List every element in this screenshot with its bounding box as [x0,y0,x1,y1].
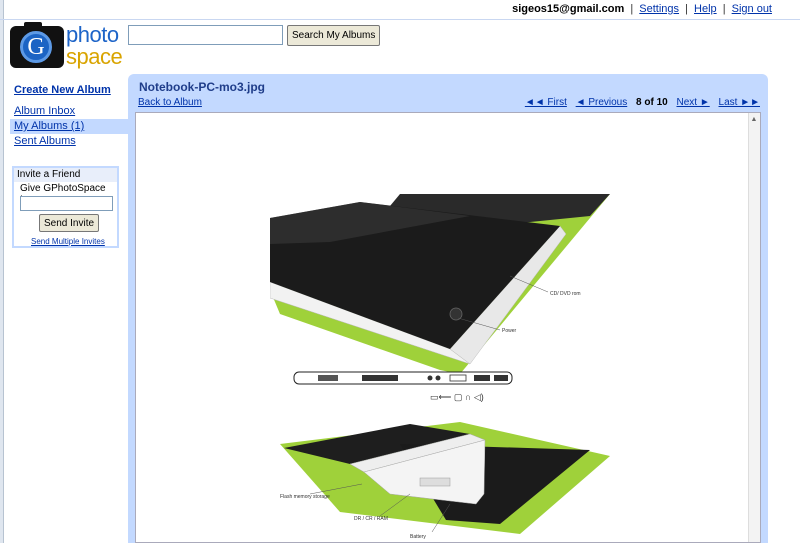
photo-panel: Notebook-PC-mo3.jpg Back to Album ◄◄ Fir… [128,74,768,543]
logo-word-space: space [66,44,123,69]
header-divider [0,19,800,20]
sidebar-nav: Album Inbox My Albums (1) Sent Albums [10,104,128,149]
camera-top [24,22,42,29]
separator: | [722,3,726,15]
power-button [449,307,463,321]
signout-link[interactable]: Sign out [732,3,772,15]
label-battery: Battery [410,534,426,540]
help-link[interactable]: Help [694,3,717,15]
camera-icon: G [10,22,64,68]
label-flash-memory: Flash memory storage [280,494,330,500]
label-power: Power [502,328,517,334]
invite-friend-box: Invite a Friend Give GPhotoSpace to: Sen… [12,166,119,248]
port-icons: ▭⟵ ▢ ∩ ◁) [430,392,484,402]
photo-navigation: Back to Album ◄◄ First ◄ Previous 8 of 1… [128,97,768,111]
settings-link[interactable]: Settings [639,3,679,15]
label-dr-cr-ram: DR / CR / RAM [354,516,388,522]
photo-counter: 8 of 10 [636,97,668,108]
sidebar-item-sent-albums[interactable]: Sent Albums [10,134,128,149]
search-albums-button[interactable]: Search My Albums [287,25,381,46]
account-email: sigeos15@gmail.com [512,3,625,15]
search-input[interactable] [128,25,283,45]
separator: | [630,3,634,15]
sidebar-item-album-inbox[interactable]: Album Inbox [10,104,128,119]
viewer-scrollbar[interactable]: ▲ [748,113,760,542]
invite-email-field[interactable] [20,196,113,211]
browser-left-edge [0,0,4,543]
gphotospace-logo[interactable]: G photo space [10,22,125,72]
create-new-album-link[interactable]: Create New Album [14,84,111,96]
invite-title: Invite a Friend [14,168,117,182]
sidebar-item-my-albums[interactable]: My Albums (1) [10,119,128,134]
account-bar: sigeos15@gmail.com | Settings | Help | S… [512,0,772,18]
previous-photo-link[interactable]: ◄ Previous [576,97,628,108]
notebook-photo: CD/ DVD rom Power ▭⟵ ▢ ∩ ◁) Flash memory… [270,194,610,540]
camera-lens: G [20,31,52,63]
scroll-up-arrow-icon[interactable]: ▲ [749,115,759,125]
send-multiple-invites-link[interactable]: Send Multiple Invites [31,237,105,246]
last-photo-link[interactable]: Last ►► [719,97,760,108]
photo-title: Notebook-PC-mo3.jpg [139,80,265,94]
send-invite-button[interactable]: Send Invite [39,214,100,232]
label-cd-dvd: CD/ DVD rom [550,291,581,297]
back-to-album-link[interactable]: Back to Album [138,97,202,108]
first-photo-link[interactable]: ◄◄ First [525,97,567,108]
separator: | [685,3,688,15]
next-photo-link[interactable]: Next ► [676,97,709,108]
logo-letter: G [27,34,45,60]
photo-viewer: ▲ CD/ DVD rom Power ▭⟵ ▢ ∩ ◁) Flash memo… [135,112,761,543]
